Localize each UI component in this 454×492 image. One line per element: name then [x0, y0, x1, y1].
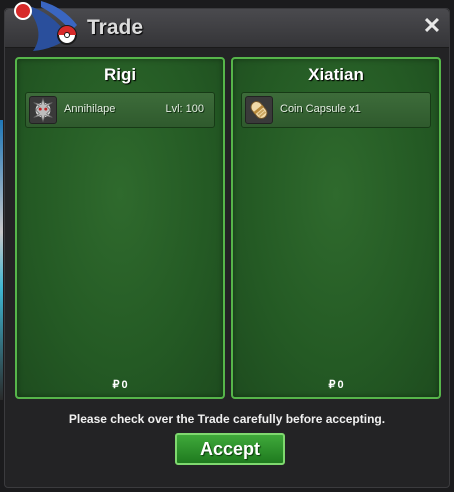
accept-button[interactable]: Accept: [175, 433, 285, 465]
item-name: Annihilape: [64, 103, 116, 115]
trade-notice: Please check over the Trade carefully be…: [68, 412, 386, 426]
money-amount: ₽0: [233, 378, 439, 391]
player-name: Rigi: [103, 65, 137, 84]
title-bar[interactable]: Trade ✕: [5, 1, 449, 51]
background-edge: [0, 120, 3, 400]
annihilape-icon: [29, 96, 57, 124]
coin-capsule-icon: [245, 96, 273, 124]
window-title: Trade: [87, 16, 144, 39]
money-amount: ₽0: [17, 378, 223, 391]
close-icon[interactable]: ✕: [421, 15, 443, 37]
pokedollar-icon: ₽: [328, 379, 336, 391]
pokedollar-icon: ₽: [112, 379, 120, 391]
trade-panel-partner: Xiatian Coin Capsule x1 ₽0: [231, 57, 441, 399]
trade-panel-own: Rigi Annihilape Lvl: 100 ₽0: [15, 57, 225, 399]
trade-item[interactable]: Annihilape Lvl: 100: [25, 92, 215, 128]
trade-window: Trade ✕ Rigi Annihilape Lvl: 100 ₽0 Xiat…: [4, 1, 450, 488]
player-name: Xiatian: [308, 65, 364, 84]
money-value: 0: [337, 379, 344, 391]
trade-item[interactable]: Coin Capsule x1: [241, 92, 431, 128]
money-value: 0: [121, 379, 128, 391]
pokeball-logo-icon: [14, 1, 77, 51]
item-level: Lvl: 100: [165, 103, 204, 115]
item-name: Coin Capsule x1: [280, 103, 361, 115]
